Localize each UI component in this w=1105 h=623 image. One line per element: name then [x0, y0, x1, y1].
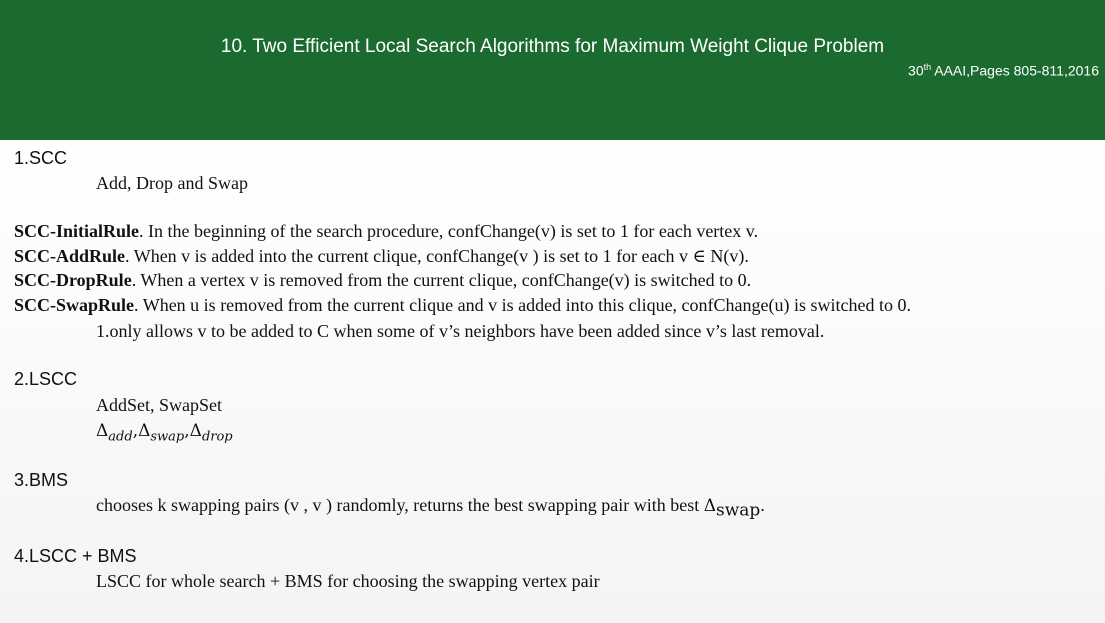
- venue-info: 30th AAAI,Pages 805-811,2016: [908, 62, 1099, 79]
- rule-text: . In the beginning of the search procedu…: [139, 221, 759, 241]
- rule-name: SCC-DropRule: [14, 270, 132, 290]
- rule-drop: SCC-DropRule. When a vertex v is removed…: [14, 270, 751, 291]
- section-title-lscc: 2.LSCC: [14, 369, 78, 389]
- rule-name: SCC-InitialRule: [14, 221, 140, 241]
- delta-sub-add: add: [108, 429, 133, 445]
- bms-text: chooses k swapping pairs (v , v ) random…: [96, 495, 704, 515]
- section-title-scc: 1.SCC: [14, 148, 68, 168]
- delta-symbol: Δ: [189, 421, 202, 441]
- rule-text: . When v is added into the current cliqu…: [125, 246, 749, 266]
- section-title-lscc-bms: 4.LSCC + BMS: [14, 546, 137, 566]
- scc-subtitle: Add, Drop and Swap: [96, 173, 248, 193]
- venue-ordinal-suffix: th: [923, 62, 932, 72]
- rule-name: SCC-SwapRule: [14, 295, 135, 315]
- slide-body: 1.SCC Add, Drop and Swap SCC-InitialRule…: [0, 140, 1105, 623]
- scc-note: 1.only allows v to be added to C when so…: [96, 321, 825, 341]
- delta-symbol: Δ: [138, 421, 151, 441]
- rule-text: . When a vertex v is removed from the cu…: [131, 270, 752, 290]
- delta-symbol: Δ: [703, 496, 717, 516]
- slide-header: 10. Two Efficient Local Search Algorithm…: [0, 0, 1105, 140]
- rule-swap: SCC-SwapRule. When u is removed from the…: [14, 295, 911, 316]
- bms-description: chooses k swapping pairs (v , v ) random…: [96, 495, 765, 521]
- rule-text: . When u is removed from the current cli…: [134, 295, 912, 315]
- lscc-deltas: Δadd,Δswap,Δdrop: [96, 421, 233, 444]
- lscc-sets: AddSet, SwapSet: [96, 395, 222, 415]
- lscc-bms-description: LSCC for whole search + BMS for choosing…: [96, 571, 600, 591]
- delta-sub-swap: swap: [716, 500, 761, 521]
- bms-end: .: [760, 495, 765, 515]
- section-title-bms: 3.BMS: [14, 470, 69, 490]
- delta-sub-swap: swap: [150, 429, 185, 445]
- delta-symbol: Δ: [96, 421, 109, 441]
- venue-ordinal-number: 30: [908, 62, 924, 79]
- rule-name: SCC-AddRule: [14, 246, 126, 266]
- delta-sub-drop: drop: [201, 429, 233, 445]
- rule-add: SCC-AddRule. When v is added into the cu…: [14, 246, 749, 267]
- rule-initial: SCC-InitialRule. In the beginning of the…: [14, 221, 758, 242]
- venue-details: AAAI,Pages 805-811,2016: [931, 62, 1099, 79]
- slide-title: 10. Two Efficient Local Search Algorithm…: [220, 36, 885, 57]
